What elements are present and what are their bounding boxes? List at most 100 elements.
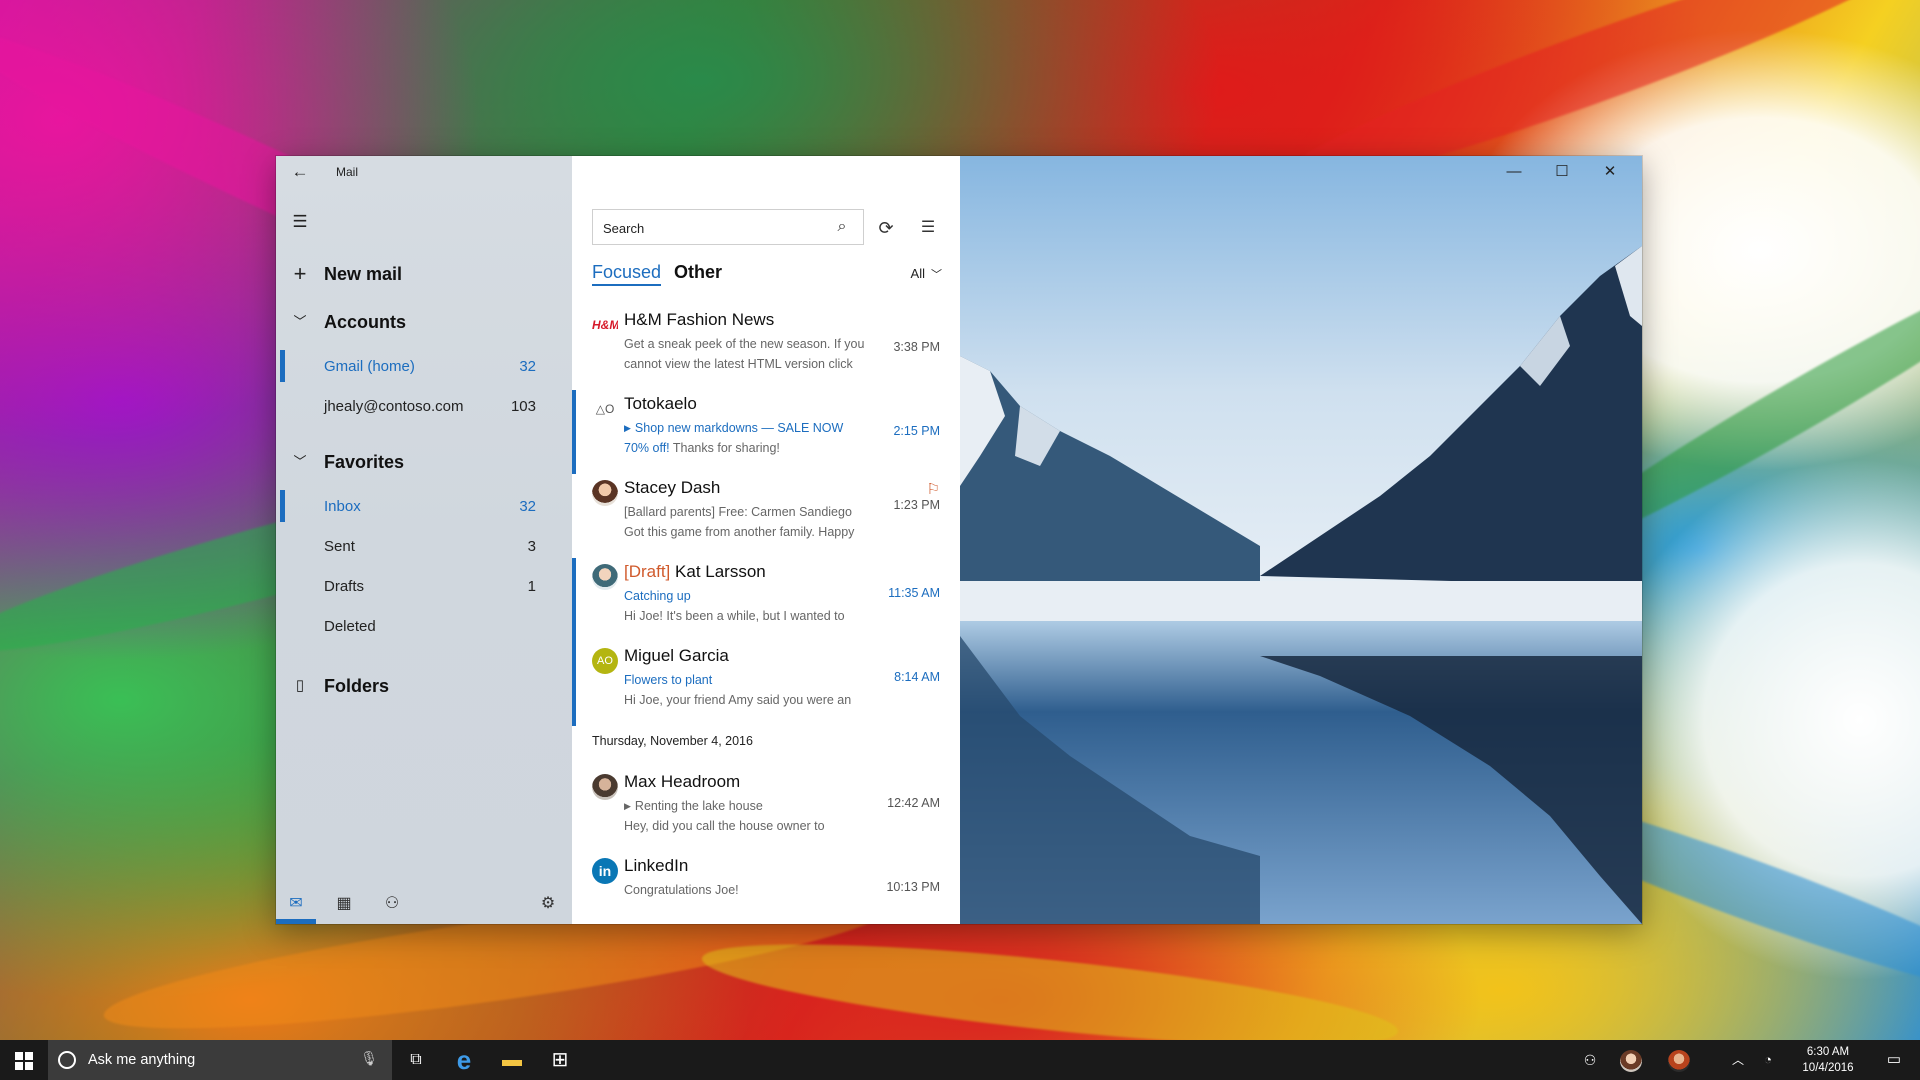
clock-time: 6:30 AM: [1806, 1046, 1850, 1058]
message-preview: 70% off! Thanks for sharing!: [624, 441, 780, 455]
message-subject: Get a sneak peek of the new season. If y…: [624, 337, 865, 351]
task-view-button[interactable]: ⧉: [392, 1040, 440, 1080]
unread-count: 32: [519, 498, 536, 515]
calendar-icon: ▦: [336, 895, 352, 912]
people-switch-button[interactable]: ⚇: [372, 890, 412, 918]
folders-button[interactable]: ▯ Folders: [276, 666, 572, 706]
cortana-icon: [58, 1051, 76, 1069]
thread-arrow-icon: ▶: [624, 801, 631, 811]
message-item[interactable]: [Draft] Kat Larsson Catching up Hi Joe! …: [572, 558, 960, 642]
pinned-contact-avatar[interactable]: [1620, 1050, 1642, 1072]
search-input[interactable]: [603, 218, 823, 238]
message-time: 2:15 PM: [893, 424, 940, 438]
selection-indicator: [572, 390, 576, 474]
taskbar: Ask me anything 🎙 ⧉ e ▬ ⊞ ⚇ ︿ ◔ 6:30 AM …: [0, 1040, 1920, 1080]
folder-inbox[interactable]: Inbox 32: [276, 486, 572, 526]
folder-deleted[interactable]: Deleted: [276, 606, 572, 646]
message-preview: Hi Joe, your friend Amy said you were an: [624, 693, 852, 707]
navigation-pane: ← Mail ☰ + New mail ﹀ Accounts Gmail (ho…: [276, 156, 572, 924]
mail-switch-button[interactable]: ✉: [276, 890, 316, 924]
edge-button[interactable]: e: [440, 1040, 488, 1080]
gear-icon: ⚙: [540, 895, 556, 912]
message-time: 1:23 PM: [893, 498, 940, 512]
task-view-icon: ⧉: [410, 1051, 422, 1068]
hamburger-menu-button[interactable]: ☰: [286, 208, 314, 236]
avatar: [592, 480, 618, 506]
unread-count: 1: [527, 578, 536, 595]
new-mail-button[interactable]: + New mail: [276, 254, 572, 294]
favorites-header[interactable]: ﹀ Favorites: [276, 442, 572, 482]
people-button[interactable]: ⚇: [1574, 1040, 1606, 1080]
sync-button[interactable]: ⟳: [872, 214, 900, 242]
cortana-search-box[interactable]: Ask me anything 🎙: [48, 1040, 392, 1080]
action-center-button[interactable]: ▭: [1878, 1040, 1910, 1080]
account-gmail-home[interactable]: Gmail (home) 32: [276, 346, 572, 386]
checklist-icon: ☰: [920, 219, 936, 236]
avatar: AO: [592, 648, 618, 674]
microphone-icon[interactable]: 🎙: [360, 1050, 378, 1067]
message-sender: [Draft] Kat Larsson: [624, 562, 766, 581]
tab-other[interactable]: Other: [674, 262, 722, 283]
message-item[interactable]: in LinkedIn Congratulations Joe! 10:13 P…: [572, 852, 960, 924]
mail-window: ← Mail ☰ + New mail ﹀ Accounts Gmail (ho…: [276, 156, 1642, 924]
store-button[interactable]: ⊞: [536, 1040, 584, 1080]
flag-icon[interactable]: ⚐: [927, 480, 940, 498]
folder-label: Sent: [324, 538, 355, 555]
network-button[interactable]: ◔: [1756, 1040, 1780, 1080]
message-sender: Max Headroom: [624, 772, 741, 791]
message-list-pane: ⌕ ⟳ ☰ Focused Other All ﹀ H&M H&M Fashion…: [572, 156, 960, 924]
notification-icon: ▭: [1886, 1051, 1902, 1068]
message-item[interactable]: AO Miguel Garcia Flowers to plant Hi Joe…: [572, 642, 960, 726]
account-jhealy-contoso[interactable]: jhealy@contoso.com 103: [276, 386, 572, 426]
back-arrow-icon: ←: [291, 162, 309, 181]
accounts-label: Accounts: [324, 312, 407, 332]
avatar: [592, 774, 618, 800]
minimize-button[interactable]: —: [1490, 156, 1538, 188]
settings-button[interactable]: ⚙: [528, 890, 568, 918]
linkedin-logo: in: [592, 858, 618, 884]
filter-dropdown[interactable]: All ﹀: [911, 266, 942, 282]
message-time: 12:42 AM: [887, 796, 940, 810]
file-explorer-button[interactable]: ▬: [488, 1040, 536, 1080]
unread-count: 103: [510, 398, 536, 415]
folder-drafts[interactable]: Drafts 1: [276, 566, 572, 606]
favorites-label: Favorites: [324, 452, 405, 472]
start-button[interactable]: [0, 1040, 48, 1080]
message-time: 11:35 AM: [888, 586, 940, 600]
tab-focused[interactable]: Focused: [592, 262, 662, 286]
show-hidden-icons-button[interactable]: ︿: [1726, 1040, 1750, 1080]
message-item[interactable]: Max Headroom ▶ Renting the lake house Hey…: [572, 768, 960, 852]
maximize-button[interactable]: ☐: [1538, 156, 1586, 188]
chevron-down-icon: ﹀: [293, 314, 307, 329]
message-sender: Miguel Garcia: [624, 646, 729, 665]
message-preview: Hey, did you call the house owner to: [624, 819, 825, 833]
folder-icon: ▯: [295, 677, 305, 694]
message-subject: ▶ Renting the lake house: [624, 799, 763, 813]
close-button[interactable]: ✕: [1586, 156, 1634, 188]
message-item[interactable]: △O Totokaelo ▶ Shop new markdowns — SALE …: [572, 390, 960, 474]
calendar-switch-button[interactable]: ▦: [324, 890, 364, 918]
clock[interactable]: 6:30 AM 10/4/2016: [1800, 1044, 1856, 1076]
filter-label: All: [910, 266, 925, 281]
message-item[interactable]: H&M H&M Fashion News Get a sneak peek of…: [572, 306, 960, 390]
pinned-contact-avatar[interactable]: [1668, 1050, 1690, 1072]
hamburger-icon: ☰: [292, 212, 308, 231]
selection-indicator: [572, 558, 576, 642]
selection-mode-button[interactable]: ☰: [914, 214, 942, 242]
back-button[interactable]: ←: [284, 160, 316, 184]
windows-logo-icon: [15, 1052, 33, 1070]
accounts-header[interactable]: ﹀ Accounts: [276, 302, 572, 342]
folder-sent[interactable]: Sent 3: [276, 526, 572, 566]
cortana-placeholder: Ask me anything: [88, 1052, 196, 1068]
message-item[interactable]: Stacey Dash ⚐ [Ballard parents] Free: Ca…: [572, 474, 960, 558]
message-preview: Got this game from another family. Happy: [624, 525, 855, 539]
message-time: 3:38 PM: [893, 340, 940, 354]
message-subject: Congratulations Joe!: [624, 883, 739, 897]
mail-icon: ✉: [289, 895, 303, 912]
chevron-up-icon: ︿: [1731, 1053, 1744, 1067]
search-icon[interactable]: ⌕: [831, 216, 853, 238]
chevron-down-icon: ﹀: [293, 454, 307, 469]
unread-count: 32: [519, 358, 536, 375]
message-sender: Totokaelo: [624, 394, 697, 413]
folder-label: Deleted: [324, 618, 376, 635]
